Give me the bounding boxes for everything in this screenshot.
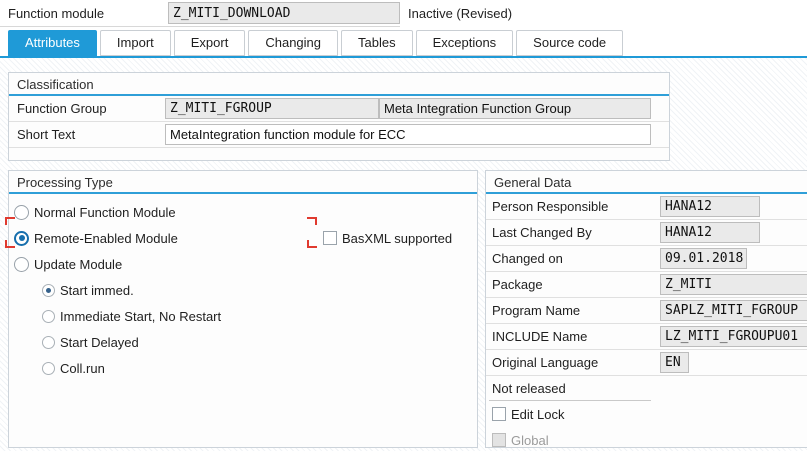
package-row: Package Z_MITI xyxy=(486,272,807,298)
basxml-checkbox[interactable] xyxy=(323,231,337,245)
processing-type-title: Processing Type xyxy=(9,171,477,194)
last-changed-by-field[interactable]: HANA12 xyxy=(660,222,760,243)
basxml-option[interactable]: BasXML supported xyxy=(323,225,452,251)
short-text-input[interactable]: MetaIntegration function module for ECC xyxy=(165,124,651,145)
function-module-screen: Function module Z_MITI_DOWNLOAD Inactive… xyxy=(0,0,807,451)
tab-changing[interactable]: Changing xyxy=(248,30,338,56)
release-status-text: Not released xyxy=(486,381,660,396)
short-text-label: Short Text xyxy=(9,127,165,142)
general-data-groupbox: General Data Person Responsible HANA12 L… xyxy=(485,170,807,448)
radio-coll-run[interactable] xyxy=(42,362,55,375)
radio-option-normal[interactable]: Normal Function Module xyxy=(9,199,477,225)
package-label: Package xyxy=(486,277,660,292)
radio-option-coll-run[interactable]: Coll.run xyxy=(37,355,477,381)
function-group-field[interactable]: Z_MITI_FGROUP xyxy=(165,98,379,119)
radio-start-delayed-label: Start Delayed xyxy=(60,335,139,350)
general-data-title: General Data xyxy=(486,171,807,194)
tab-source-code[interactable]: Source code xyxy=(516,30,623,56)
program-name-row: Program Name SAPLZ_MITI_FGROUP xyxy=(486,298,807,324)
radio-start-delayed[interactable] xyxy=(42,336,55,349)
radio-update-module[interactable] xyxy=(14,257,29,272)
status-text: Inactive (Revised) xyxy=(408,6,512,21)
radio-update-label: Update Module xyxy=(34,257,122,272)
function-group-description-field[interactable]: Meta Integration Function Group xyxy=(379,98,651,119)
radio-option-update[interactable]: Update Module xyxy=(9,251,477,277)
radio-option-start-immed[interactable]: Start immed. xyxy=(37,277,477,303)
selection-bracket-basxml-bottom xyxy=(307,240,317,248)
processing-type-groupbox: Processing Type Normal Function Module R… xyxy=(8,170,478,448)
global-label: Global xyxy=(511,433,549,448)
package-field[interactable]: Z_MITI xyxy=(660,274,807,295)
radio-normal-function-module[interactable] xyxy=(14,205,29,220)
classification-title: Classification xyxy=(9,73,669,96)
header-divider xyxy=(0,26,400,27)
selection-bracket-basxml-top xyxy=(307,217,317,225)
last-changed-by-label: Last Changed By xyxy=(486,225,660,240)
tab-import[interactable]: Import xyxy=(100,30,171,56)
include-name-row: INCLUDE Name LZ_MITI_FGROUPU01 xyxy=(486,324,807,350)
person-responsible-row: Person Responsible HANA12 xyxy=(486,194,807,220)
global-checkbox xyxy=(492,433,506,447)
edit-lock-label: Edit Lock xyxy=(511,407,564,422)
short-text-row: Short Text MetaIntegration function modu… xyxy=(9,122,669,148)
release-status-row: Not released xyxy=(486,376,807,400)
original-language-field[interactable]: EN xyxy=(660,352,689,373)
radio-start-immed-label: Start immed. xyxy=(60,283,134,298)
changed-on-field[interactable]: 09.01.2018 xyxy=(660,248,747,269)
last-changed-by-row: Last Changed By HANA12 xyxy=(486,220,807,246)
person-responsible-field[interactable]: HANA12 xyxy=(660,196,760,217)
radio-immediate-start-label: Immediate Start, No Restart xyxy=(60,309,221,324)
selection-bracket-bottom-left xyxy=(5,240,15,248)
function-module-field[interactable]: Z_MITI_DOWNLOAD xyxy=(168,2,400,24)
tab-strip: Attributes Import Export Changing Tables… xyxy=(8,30,623,56)
changed-on-label: Changed on xyxy=(486,251,660,266)
radio-remote-enabled-module[interactable] xyxy=(14,231,29,246)
classification-groupbox: Classification Function Group Z_MITI_FGR… xyxy=(8,72,670,161)
include-name-field[interactable]: LZ_MITI_FGROUPU01 xyxy=(660,326,807,347)
changed-on-row: Changed on 09.01.2018 xyxy=(486,246,807,272)
original-language-row: Original Language EN xyxy=(486,350,807,376)
program-name-label: Program Name xyxy=(486,303,660,318)
function-group-label: Function Group xyxy=(9,101,165,116)
radio-option-immediate-start-no-restart[interactable]: Immediate Start, No Restart xyxy=(37,303,477,329)
include-name-label: INCLUDE Name xyxy=(486,329,660,344)
tab-export[interactable]: Export xyxy=(174,30,246,56)
radio-start-immed[interactable] xyxy=(42,284,55,297)
active-tab-notch xyxy=(55,52,71,56)
person-responsible-label: Person Responsible xyxy=(486,199,660,214)
function-module-label: Function module xyxy=(8,6,104,21)
function-group-row: Function Group Z_MITI_FGROUP Meta Integr… xyxy=(9,96,669,122)
radio-coll-run-label: Coll.run xyxy=(60,361,105,376)
basxml-label: BasXML supported xyxy=(342,231,452,246)
radio-normal-label: Normal Function Module xyxy=(34,205,176,220)
global-row: Global xyxy=(486,427,807,451)
radio-remote-label: Remote-Enabled Module xyxy=(34,231,178,246)
original-language-label: Original Language xyxy=(486,355,660,370)
edit-lock-checkbox[interactable] xyxy=(492,407,506,421)
tab-tables[interactable]: Tables xyxy=(341,30,413,56)
edit-lock-row[interactable]: Edit Lock xyxy=(486,401,807,427)
radio-immediate-start-no-restart[interactable] xyxy=(42,310,55,323)
program-name-field[interactable]: SAPLZ_MITI_FGROUP xyxy=(660,300,807,321)
tab-attributes[interactable]: Attributes xyxy=(8,30,97,56)
radio-option-start-delayed[interactable]: Start Delayed xyxy=(37,329,477,355)
tab-exceptions[interactable]: Exceptions xyxy=(416,30,514,56)
selection-bracket-top-left xyxy=(5,217,15,225)
radio-option-remote[interactable]: Remote-Enabled Module BasXML supported xyxy=(9,225,477,251)
